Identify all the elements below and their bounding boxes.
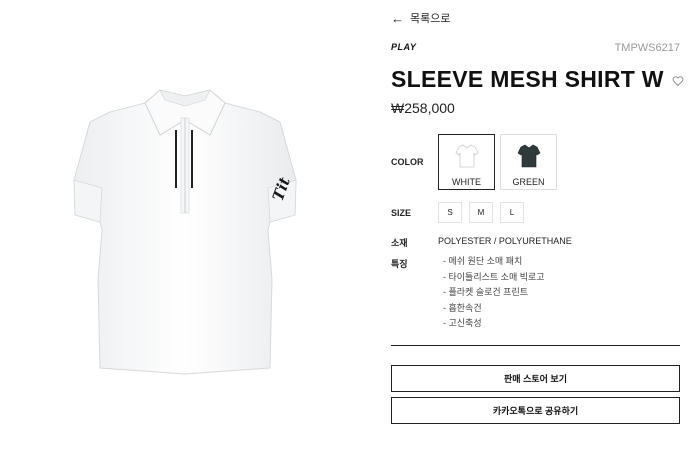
feature-item: 플라켓 슬로건 프린트 (443, 285, 545, 301)
section-divider (391, 345, 680, 346)
feature-item: 타이틀리스트 소매 빅로고 (443, 270, 545, 286)
color-label: COLOR (391, 157, 424, 167)
product-info-panel: ← 목록으로 PLAY TMPWS6217 SLEEVE MESH SHIRT … (391, 0, 684, 449)
color-option-green[interactable]: GREEN (500, 134, 557, 190)
feature-item: 고신축성 (443, 316, 545, 332)
back-label: 목록으로 (410, 13, 451, 25)
feature-list: 메쉬 원단 소매 패치 타이틀리스트 소매 빅로고 플라켓 슬로건 프린트 흡한… (443, 254, 545, 332)
material-value: POLYESTER / POLYURETHANE (438, 236, 572, 246)
kakao-share-button[interactable]: 카카오톡으로 공유하기 (391, 397, 680, 424)
features-label: 특징 (391, 259, 408, 269)
color-option-label: WHITE (452, 177, 481, 187)
color-option-white[interactable]: WHITE (438, 134, 495, 190)
material-label: 소재 (391, 238, 408, 248)
heart-outline-icon[interactable] (672, 74, 684, 87)
size-option-m[interactable]: M (469, 202, 493, 223)
view-store-button[interactable]: 판매 스토어 보기 (391, 365, 680, 392)
size-option-s[interactable]: S (438, 202, 462, 223)
color-options: WHITE GREEN (438, 134, 557, 190)
product-code: TMPWS6217 (614, 42, 680, 54)
size-options: S M L (438, 202, 524, 223)
color-option-label: GREEN (512, 177, 545, 187)
product-price: ₩258,000 (391, 100, 455, 116)
shirt-white-icon (454, 144, 479, 168)
product-image: Tit (60, 80, 310, 380)
back-to-list-link[interactable]: ← 목록으로 (391, 10, 450, 26)
product-title: SLEEVE MESH SHIRT W (391, 66, 664, 92)
product-detail-page: Tit ← 목록으로 PLAY TMPWS6217 SLEEVE MESH SH… (0, 0, 700, 449)
size-option-l[interactable]: L (500, 202, 524, 223)
shirt-green-icon (517, 144, 540, 168)
brand-label: PLAY (391, 42, 417, 52)
feature-item: 흡한속건 (443, 301, 545, 317)
size-label: SIZE (391, 208, 412, 218)
feature-item: 메쉬 원단 소매 패치 (443, 254, 545, 270)
arrow-left-icon: ← (391, 10, 404, 26)
